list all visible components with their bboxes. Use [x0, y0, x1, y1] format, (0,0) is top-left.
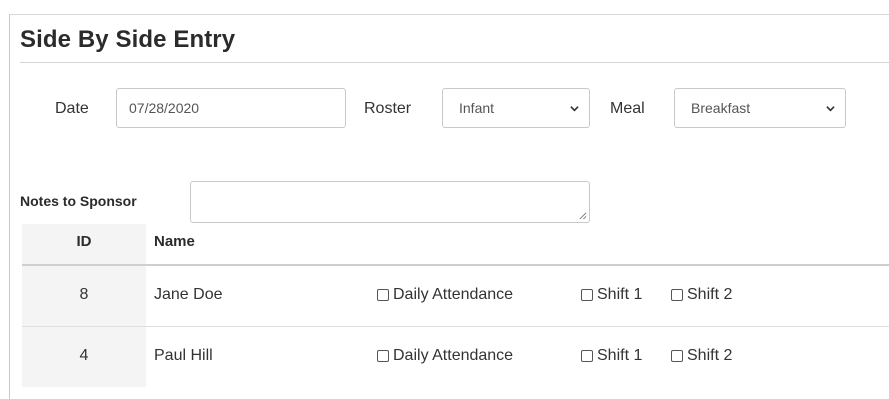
- chevron-down-icon: [570, 106, 579, 112]
- checkbox-unchecked-icon[interactable]: [581, 350, 593, 362]
- notes-textarea[interactable]: [190, 181, 590, 223]
- checkbox-unchecked-icon[interactable]: [377, 289, 389, 301]
- date-label: Date: [55, 100, 89, 117]
- daily-attendance-label: Daily Attendance: [393, 286, 514, 303]
- checkbox-unchecked-icon[interactable]: [581, 289, 593, 301]
- panel-border-top: [9, 14, 889, 15]
- row-name: Jane Doe: [154, 286, 223, 303]
- row-id: 8: [79, 286, 89, 303]
- row-divider: [22, 326, 889, 327]
- row-id: 4: [79, 347, 89, 364]
- shift-1-checkbox[interactable]: Shift 1: [581, 286, 642, 304]
- meal-select[interactable]: Breakfast: [674, 88, 846, 128]
- roster-select[interactable]: Infant: [442, 88, 590, 128]
- shift-2-checkbox[interactable]: Shift 2: [671, 286, 732, 304]
- notes-label: Notes to Sponsor: [20, 193, 137, 209]
- roster-label: Roster: [364, 100, 412, 117]
- table-header-divider: [22, 264, 889, 266]
- daily-attendance-checkbox[interactable]: Daily Attendance: [377, 286, 513, 304]
- shift-1-label: Shift 1: [597, 286, 643, 303]
- checkbox-unchecked-icon[interactable]: [377, 350, 389, 362]
- panel-border-left: [9, 14, 10, 399]
- column-header-id[interactable]: ID: [22, 233, 146, 250]
- meal-label: Meal: [610, 100, 645, 117]
- shift-1-label: Shift 1: [597, 347, 643, 364]
- chevron-down-icon: [826, 106, 835, 112]
- roster-selected-value: Infant: [459, 100, 495, 116]
- checkbox-unchecked-icon[interactable]: [671, 350, 683, 362]
- checkbox-unchecked-icon[interactable]: [671, 289, 683, 301]
- shift-2-label: Shift 2: [687, 347, 733, 364]
- shift-2-checkbox[interactable]: Shift 2: [671, 347, 732, 365]
- daily-attendance-label: Daily Attendance: [393, 347, 514, 364]
- date-input[interactable]: 07/28/2020: [116, 88, 346, 128]
- resize-handle-icon[interactable]: [578, 211, 587, 220]
- title-divider: [20, 62, 889, 63]
- meal-selected-value: Breakfast: [691, 100, 751, 116]
- daily-attendance-checkbox[interactable]: Daily Attendance: [377, 347, 513, 365]
- page-title: Side By Side Entry: [20, 26, 236, 53]
- column-header-name[interactable]: Name: [154, 233, 195, 250]
- row-name: Paul Hill: [154, 347, 213, 364]
- shift-1-checkbox[interactable]: Shift 1: [581, 347, 642, 365]
- shift-2-label: Shift 2: [687, 286, 733, 303]
